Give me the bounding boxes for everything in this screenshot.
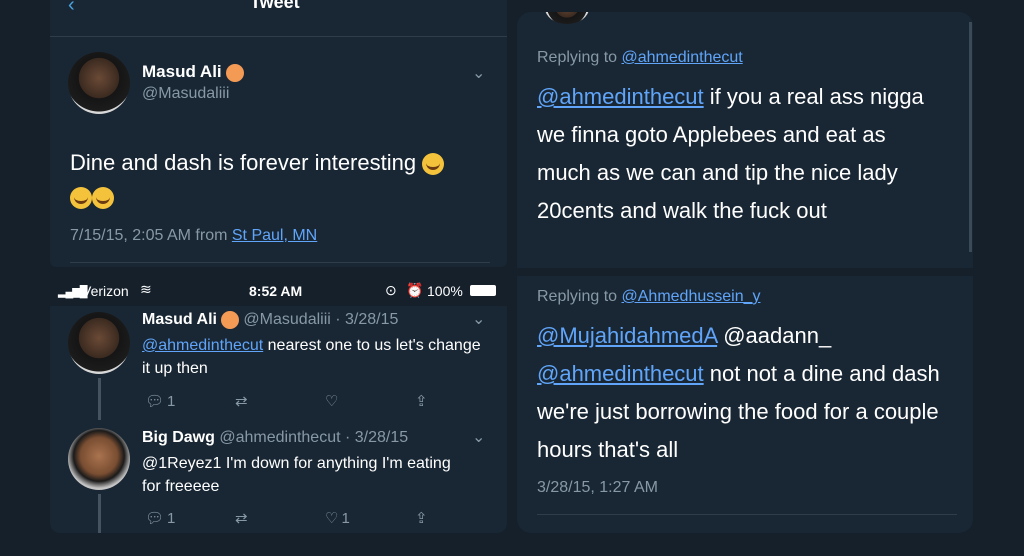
avatar[interactable] — [545, 12, 589, 24]
header-bar: ‹ Tweet — [50, 0, 507, 37]
mention-link[interactable]: @MujahidahmedA — [537, 323, 717, 348]
back-icon[interactable]: ‹ — [68, 0, 75, 17]
peach-emoji-icon — [220, 311, 239, 329]
tweet-text: Dine and dash is forever interesting — [70, 146, 490, 214]
reply-tweet-panel: Replying to @ahmedinthecut @ahmedinthecu… — [517, 12, 973, 268]
laughing-emoji-icon — [422, 153, 445, 176]
retweet-button[interactable]: ⇄ — [235, 509, 325, 527]
mention-link[interactable]: @ahmedinthecut — [142, 337, 263, 354]
thread-screenshot-panel: ▂▄▆█ Verizon ≋ 8:52 AM ⊙ ⏰ 100% Masud Al… — [50, 276, 507, 533]
chevron-down-icon[interactable]: ⌄ — [472, 427, 485, 447]
avatar[interactable] — [68, 52, 130, 114]
laughing-emoji-icon — [70, 187, 92, 210]
retweet-icon: ⇄ — [235, 510, 248, 527]
chevron-down-icon[interactable]: ⌄ — [472, 63, 485, 83]
tweet-detail-panel: ‹ Tweet Masud Ali @Masudaliii ⌄ Dine and… — [50, 0, 507, 267]
heart-icon: ♡ — [325, 510, 339, 527]
laughing-emoji-icon — [92, 187, 114, 210]
retweet-button[interactable]: ⇄ — [235, 392, 325, 410]
tweet-header: Masud Ali @Masudaliii · 3/28/15 — [142, 311, 399, 329]
battery-icon — [470, 285, 496, 296]
peach-emoji-icon — [225, 63, 244, 82]
status-bar: ▂▄▆█ Verizon ≋ 8:52 AM ⊙ ⏰ 100% — [50, 276, 507, 306]
carrier: Verizon — [82, 283, 129, 299]
mention-link[interactable]: @ahmedinthecut — [537, 84, 704, 109]
tweet-actions: 💬︎ 1 ⇄ ♡ ⇪ — [145, 392, 505, 411]
tweet-text: @1Reyez1 I'm down for anything I'm eatin… — [142, 455, 451, 495]
divider — [70, 262, 490, 263]
tweet-actions: 💬︎ 1 ⇄ ♡ 1 ⇪ — [145, 509, 505, 528]
reply-icon: 💬︎ — [145, 510, 165, 527]
scrollbar[interactable] — [969, 22, 972, 252]
heart-icon: ♡ — [325, 393, 339, 410]
divider — [537, 514, 957, 515]
like-button[interactable]: ♡ 1 — [325, 509, 415, 528]
thread-line — [98, 494, 101, 533]
tweet-timestamp: 3/28/15, 1:27 AM — [537, 479, 658, 496]
reply-tweet-panel: Replying to @Ahmedhussein_y @Mujahidahme… — [517, 276, 973, 533]
reply-button[interactable]: 💬︎ 1 — [145, 392, 235, 411]
avatar[interactable] — [68, 312, 130, 374]
clock: 8:52 AM — [249, 283, 303, 299]
location-link[interactable]: St Paul, MN — [232, 227, 317, 244]
share-button[interactable]: ⇪ — [415, 392, 505, 410]
replying-to: Replying to @ahmedinthecut — [537, 49, 743, 66]
like-button[interactable]: ♡ — [325, 392, 415, 410]
replying-handle-link[interactable]: @ahmedinthecut — [622, 49, 743, 66]
share-icon: ⇪ — [415, 393, 428, 410]
reply-icon: 💬︎ — [145, 393, 165, 410]
share-icon: ⇪ — [415, 510, 428, 527]
mention-link[interactable]: @ahmedinthecut — [537, 361, 704, 386]
tweet-text: @ahmedinthecut nearest one to us let's c… — [142, 337, 481, 377]
author-handle: @Masudaliii — [142, 85, 230, 102]
author-name: Masud Ali — [142, 62, 244, 82]
tweet-header: Big Dawg @ahmedinthecut · 3/28/15 — [142, 429, 409, 446]
tweet-text: @MujahidahmedA @aadann_ @ahmedinthecut n… — [537, 323, 940, 462]
thread-line — [98, 378, 101, 420]
retweet-icon: ⇄ — [235, 393, 248, 410]
mention-text: @aadann_ — [717, 323, 832, 348]
header-title: Tweet — [250, 0, 300, 12]
reply-button[interactable]: 💬︎ 1 — [145, 509, 235, 528]
avatar[interactable] — [68, 428, 130, 490]
replying-handle-link[interactable]: @Ahmedhussein_y — [622, 288, 761, 305]
share-button[interactable]: ⇪ — [415, 509, 505, 527]
wifi-icon: ≋ — [140, 281, 152, 297]
alarm-icon: ⏰ — [406, 282, 424, 298]
lock-rotation-icon: ⊙ — [385, 282, 397, 298]
tweet-text: @ahmedinthecut if you a real ass nigga w… — [537, 84, 924, 223]
tweet-timestamp: 7/15/15, 2:05 AM from St Paul, MN — [70, 227, 318, 244]
battery-percent: 100% — [427, 283, 463, 299]
chevron-down-icon[interactable]: ⌄ — [472, 309, 485, 329]
replying-to: Replying to @Ahmedhussein_y — [537, 288, 761, 305]
